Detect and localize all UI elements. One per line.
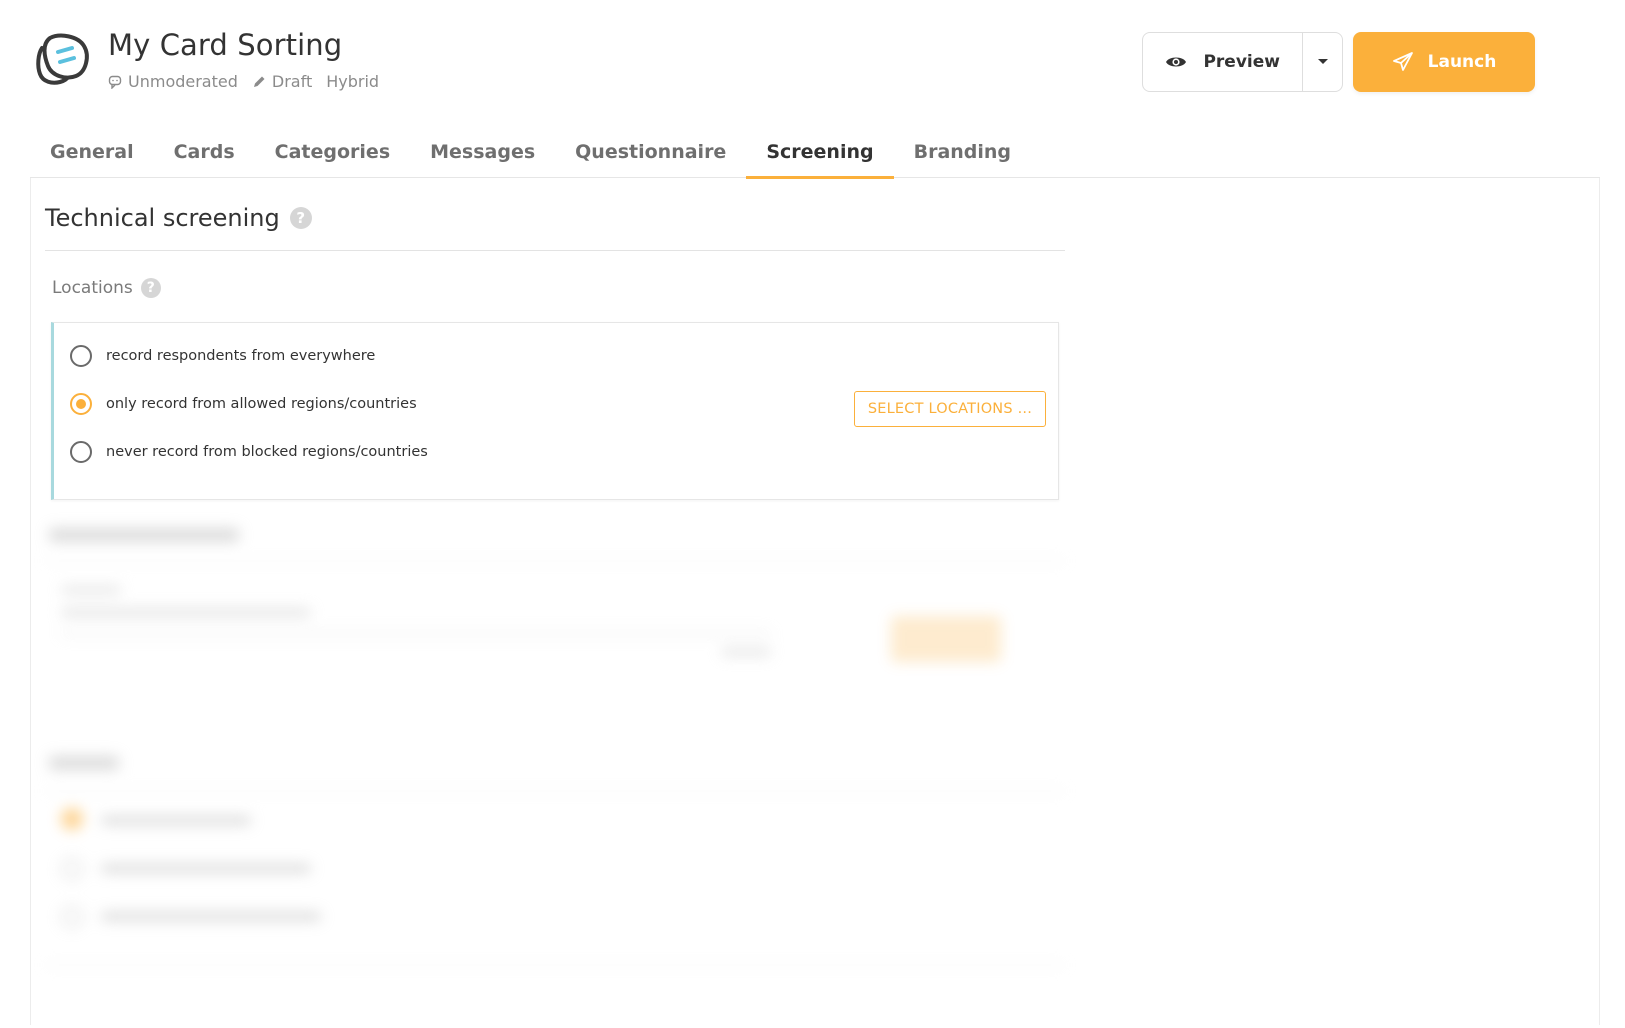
chat-icon — [108, 75, 122, 89]
blurred-radio — [61, 858, 83, 880]
tab-general[interactable]: General — [30, 130, 154, 178]
blurred-text — [721, 648, 771, 656]
help-icon[interactable]: ? — [289, 207, 312, 229]
radio-button[interactable] — [70, 393, 92, 415]
tab-screening[interactable]: Screening — [746, 130, 894, 179]
mode-badge: Unmoderated — [108, 72, 238, 91]
blurred-text — [61, 608, 311, 617]
radio-label: record respondents from everywhere — [106, 348, 376, 364]
tab-questionnaire[interactable]: Questionnaire — [555, 130, 746, 178]
eye-icon — [1166, 57, 1187, 67]
blurred-text — [101, 816, 251, 825]
radio-label: only record from allowed regions/countri… — [106, 396, 417, 412]
divider — [45, 250, 1065, 251]
blurred-heading — [49, 528, 239, 542]
launch-button[interactable]: Launch — [1353, 32, 1535, 92]
header-actions: Preview Launch — [1142, 32, 1535, 92]
section-title: Technical screening ? — [45, 204, 312, 232]
preview-button-group: Preview — [1142, 32, 1343, 92]
blurred-heading — [49, 756, 119, 770]
blurred-button — [891, 616, 1001, 662]
page-title: My Card Sorting — [108, 28, 343, 62]
mode-label: Unmoderated — [128, 72, 238, 91]
tab-messages[interactable]: Messages — [410, 130, 555, 178]
help-icon[interactable]: ? — [140, 278, 161, 298]
radio-button[interactable] — [70, 441, 92, 463]
type-badge: Hybrid — [326, 72, 379, 91]
blurred-content — [31, 508, 1091, 1028]
blurred-text — [61, 586, 121, 594]
study-meta: Unmoderated Draft Hybrid — [108, 72, 393, 91]
radio-option-allowed[interactable]: only record from allowed regions/countri… — [70, 393, 417, 415]
radio-option-everywhere[interactable]: record respondents from everywhere — [70, 345, 375, 367]
tab-bar: General Cards Categories Messages Questi… — [30, 130, 1600, 179]
header: My Card Sorting Unmoderated Draft Hybrid… — [0, 0, 1625, 120]
blurred-text — [101, 912, 321, 921]
preview-dropdown-button[interactable] — [1302, 33, 1342, 91]
blurred-divider — [45, 964, 1065, 966]
status-label: Draft — [271, 72, 313, 91]
launch-label: Launch — [1427, 52, 1497, 72]
chevron-down-icon — [1317, 59, 1328, 64]
select-locations-button[interactable]: SELECT LOCATIONS ... — [853, 391, 1046, 427]
type-label: Hybrid — [326, 72, 380, 91]
preview-button[interactable]: Preview — [1143, 33, 1302, 91]
app-logo-icon — [36, 33, 89, 85]
screening-panel: Technical screening ? Locations ? record… — [30, 178, 1600, 1025]
status-badge: Draft — [252, 72, 312, 91]
blurred-radio — [61, 808, 83, 830]
blurred-divider — [45, 560, 1065, 562]
tab-cards[interactable]: Cards — [154, 130, 255, 178]
blurred-divider — [45, 790, 1065, 792]
radio-option-blocked[interactable]: never record from blocked regions/countr… — [70, 441, 428, 463]
blurred-input — [61, 632, 771, 635]
blurred-text — [101, 864, 311, 873]
preview-label: Preview — [1203, 52, 1280, 72]
locations-options: record respondents from everywhere only … — [51, 322, 1059, 500]
tab-branding[interactable]: Branding — [894, 130, 1031, 178]
radio-button[interactable] — [70, 345, 92, 367]
section-title-text: Technical screening — [45, 204, 280, 232]
tab-categories[interactable]: Categories — [255, 130, 410, 178]
locations-label: Locations ? — [52, 278, 161, 298]
blurred-radio — [61, 906, 83, 928]
paper-plane-icon — [1392, 52, 1413, 71]
locations-label-text: Locations — [52, 278, 133, 298]
radio-label: never record from blocked regions/countr… — [106, 444, 428, 460]
pencil-icon — [253, 76, 265, 87]
